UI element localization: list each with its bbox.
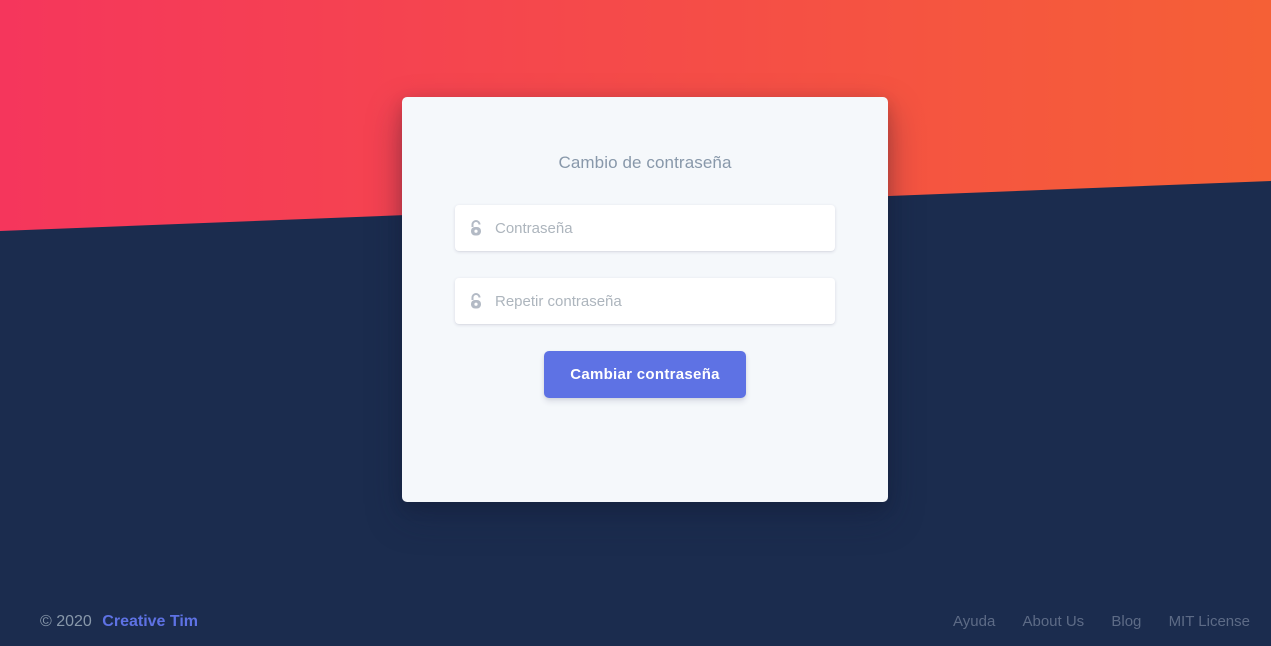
password-field[interactable] [455, 205, 835, 251]
page: Cambio de contraseña Cambiar contraseña … [0, 0, 1271, 646]
password-input[interactable] [495, 205, 825, 251]
repeat-password-input[interactable] [495, 278, 825, 324]
brand-link[interactable]: Creative Tim [102, 613, 198, 630]
lock-open-icon [471, 293, 481, 309]
change-password-button[interactable]: Cambiar contraseña [544, 351, 746, 398]
card-title: Cambio de contraseña [558, 153, 732, 172]
footer-nav: Ayuda About Us Blog MIT License [930, 613, 1250, 630]
repeat-password-field[interactable] [455, 278, 835, 324]
lock-open-icon [471, 220, 481, 236]
copyright-text: © 2020 [40, 613, 92, 630]
footer-copyright: © 2020 Creative Tim [40, 613, 198, 631]
footer-link-ayuda[interactable]: Ayuda [953, 613, 995, 630]
password-change-card: Cambio de contraseña Cambiar contraseña [402, 97, 888, 502]
footer-link-mit-license[interactable]: MIT License [1169, 613, 1250, 630]
footer-link-about-us[interactable]: About Us [1022, 613, 1084, 630]
footer-link-blog[interactable]: Blog [1111, 613, 1141, 630]
